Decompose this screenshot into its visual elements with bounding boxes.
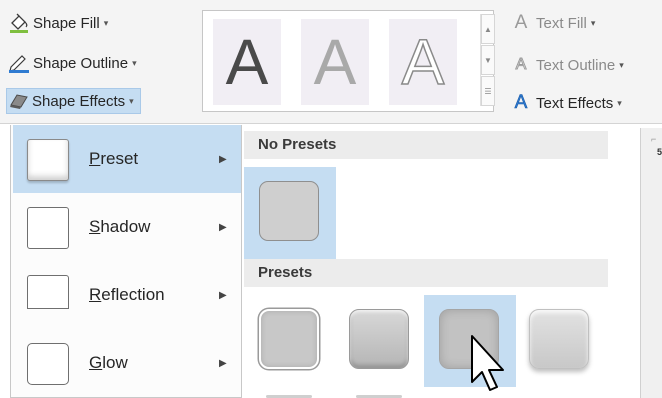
preset-submenu: No Presets Presets — [241, 125, 640, 398]
chevron-right-icon: ▶ — [219, 289, 227, 301]
dialog-launcher-icon: ⌐ — [651, 134, 657, 144]
menu-item-reflection[interactable]: Reflection ▶ — [13, 261, 241, 329]
text-effects-label: Text Effects — [536, 94, 614, 112]
text-fill-icon: A — [514, 12, 528, 33]
presets-header: Presets — [244, 259, 608, 287]
chevron-down-icon: ▾ — [132, 57, 137, 68]
preset-none[interactable] — [244, 167, 336, 259]
chevron-right-icon: ▶ — [219, 221, 227, 233]
wordart-style-gray-fill[interactable]: A — [213, 19, 281, 105]
menu-item-glow[interactable]: Glow ▶ — [13, 329, 241, 397]
chevron-down-icon: ▾ — [619, 59, 624, 70]
preset-4[interactable] — [514, 295, 606, 387]
gallery-scroll-down-button[interactable]: ▼ — [481, 45, 495, 75]
preset-4-icon — [529, 309, 589, 369]
shape-outline-button[interactable]: Shape Outline ▾ — [8, 50, 137, 76]
menu-item-label: Shadow — [89, 217, 151, 236]
preset-1[interactable] — [244, 295, 336, 387]
ribbon: Shape Fill ▾ Shape Outline ▾ Shape Effec… — [0, 0, 662, 124]
wordart-sample-letter: A — [401, 25, 445, 99]
text-effects-icon: A — [514, 92, 528, 114]
chevron-down-icon: ▾ — [103, 17, 109, 28]
text-outline-button[interactable]: A Text Outline ▾ — [514, 52, 624, 78]
paint-bucket-icon — [8, 13, 30, 33]
reflection-swatch-icon — [27, 275, 69, 309]
shape-fill-button[interactable]: Shape Fill ▾ — [8, 10, 108, 36]
preset-swatch-icon — [27, 139, 69, 181]
shape-fill-label: Shape Fill — [33, 14, 100, 32]
menu-item-label: Glow — [89, 353, 128, 372]
wordart-style-outline[interactable]: A — [389, 19, 457, 105]
text-fill-button[interactable]: A Text Fill ▾ — [514, 10, 596, 36]
shape-effects-button[interactable]: Shape Effects ▾ — [6, 88, 141, 114]
shadow-swatch-icon — [27, 207, 69, 249]
shape-effects-menu: Preset ▶ Shadow ▶ Reflection ▶ Glow ▶ — [10, 125, 242, 398]
gallery-scroll-up-button[interactable]: ▲ — [481, 14, 495, 44]
chevron-right-icon: ▶ — [219, 153, 227, 165]
preset-1-icon — [259, 309, 319, 369]
chevron-down-icon: ▾ — [129, 95, 134, 106]
chevron-down-icon: ▾ — [617, 97, 622, 108]
pen-outline-icon — [8, 53, 30, 73]
gallery-more-button[interactable]: ☰ — [481, 76, 495, 106]
text-effects-button[interactable]: A Text Effects ▾ — [514, 90, 622, 116]
shape-outline-label: Shape Outline — [33, 54, 129, 72]
text-fill-label: Text Fill — [536, 14, 587, 32]
chevron-down-icon: ▾ — [590, 17, 596, 28]
menu-item-label: Preset — [89, 149, 139, 168]
preset-none-icon — [259, 181, 319, 241]
preset-2-icon — [349, 309, 409, 369]
text-outline-label: Text Outline — [536, 56, 616, 74]
menu-item-preset[interactable]: Preset ▶ — [13, 125, 241, 193]
text-outline-icon: A — [515, 56, 527, 74]
wordart-sample-letter: A — [313, 26, 357, 98]
menu-item-label: Reflection — [89, 285, 165, 304]
wordart-sample-letter: A — [225, 26, 269, 98]
side-panel-value: 5 — [657, 147, 662, 157]
wordart-style-light-fill[interactable]: A — [301, 19, 369, 105]
chevron-right-icon: ▶ — [219, 357, 227, 369]
mouse-pointer-icon — [466, 334, 512, 398]
wordart-styles-gallery: A A A — [202, 10, 494, 112]
gallery-scrollbar: ▲ ▼ ☰ — [480, 14, 495, 106]
shape-effects-icon — [7, 91, 29, 111]
preset-2[interactable] — [334, 295, 426, 387]
glow-swatch-icon — [27, 343, 69, 385]
no-presets-header: No Presets — [244, 131, 608, 159]
shape-effects-label: Shape Effects — [32, 92, 126, 110]
side-panel-edge: ⌐ 5 — [640, 128, 662, 398]
menu-item-shadow[interactable]: Shadow ▶ — [13, 193, 241, 261]
